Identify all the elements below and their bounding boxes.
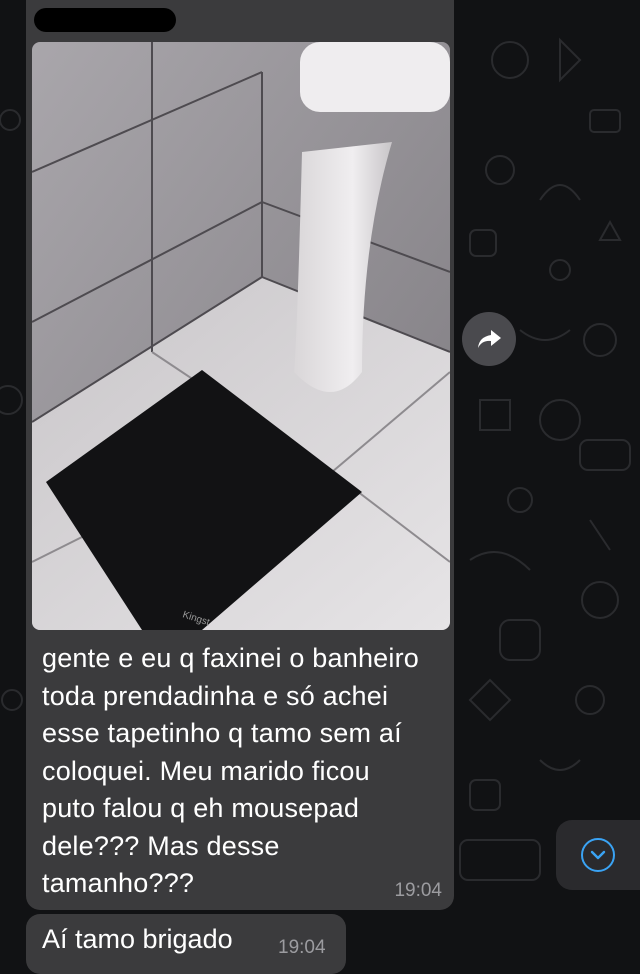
message-timestamp: 19:04	[394, 880, 442, 901]
scroll-to-bottom-button[interactable]	[556, 820, 640, 890]
chevron-down-icon	[590, 850, 606, 860]
scroll-circle	[581, 838, 615, 872]
redacted-sender-name	[34, 8, 176, 32]
bathroom-photo-illustration: Kingst	[32, 42, 450, 630]
forward-arrow-icon	[478, 330, 501, 348]
message-text-second: Aí tamo brigado	[42, 924, 233, 954]
message-photo[interactable]: Kingst	[32, 42, 450, 630]
forward-button[interactable]	[462, 312, 516, 366]
message-text: gente e eu q faxinei o banheiro toda pre…	[42, 643, 419, 898]
